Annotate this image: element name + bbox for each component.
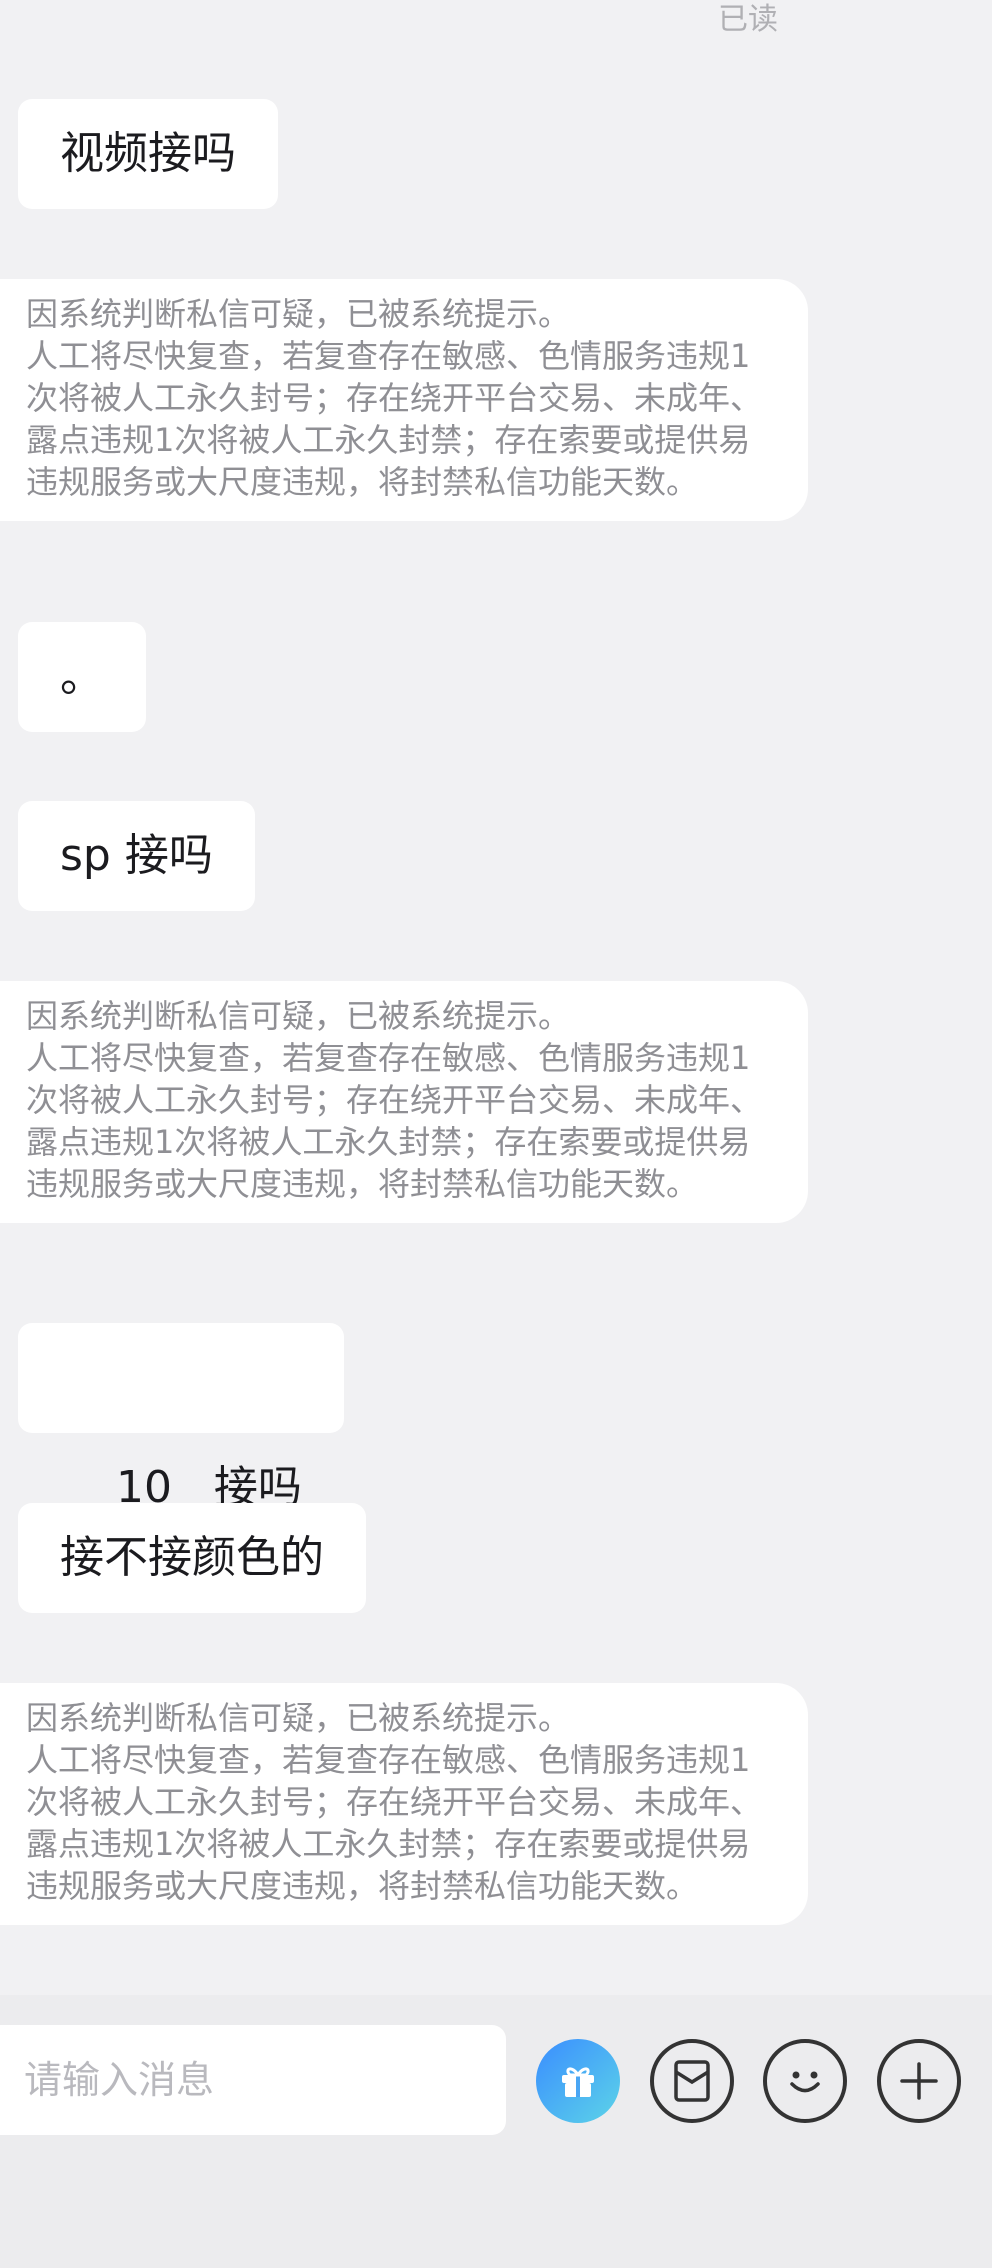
gift-icon: [554, 2057, 602, 2105]
message-bubble-4[interactable]: 10 接吗: [18, 1323, 344, 1513]
chat-area: 已读 视频接吗 因系统判断私信可疑，已被系统提示。 人工将尽快复查，若复查存在敏…: [0, 0, 992, 1995]
red-packet-button[interactable]: [650, 2039, 734, 2123]
read-status: 已读: [718, 2, 778, 37]
system-notice-title: 因系统判断私信可疑，已被系统提示。: [26, 295, 571, 333]
smiley-icon: [777, 2053, 833, 2109]
plus-icon: [894, 2056, 944, 2106]
message-bubble-5[interactable]: 接不接颜色的: [18, 1503, 366, 1613]
system-notice-title: 因系统判断私信可疑，已被系统提示。: [26, 1699, 571, 1737]
system-notice-title: 因系统判断私信可疑，已被系统提示。: [26, 997, 571, 1035]
red-packet-icon: [670, 2056, 714, 2106]
input-toolbar: [0, 1995, 992, 2268]
system-notice-3: 因系统判断私信可疑，已被系统提示。 人工将尽快复查，若复查存在敏感、色情服务违规…: [0, 1683, 808, 1925]
message-text: 视频接吗: [60, 128, 236, 179]
message-input[interactable]: [22, 2057, 506, 2103]
system-notice-1: 因系统判断私信可疑，已被系统提示。 人工将尽快复查，若复查存在敏感、色情服务违规…: [0, 279, 808, 521]
more-button[interactable]: [877, 2039, 961, 2123]
system-notice-body: 人工将尽快复查，若复查存在敏感、色情服务违规1次将被人工永久封号；存在绕开平台交…: [26, 1741, 763, 1905]
message-text: 。: [60, 651, 104, 702]
system-notice-2: 因系统判断私信可疑，已被系统提示。 人工将尽快复查，若复查存在敏感、色情服务违规…: [0, 981, 808, 1223]
message-text: 接不接颜色的: [60, 1532, 324, 1583]
message-text: sp 接吗: [60, 830, 213, 881]
message-bubble-1[interactable]: 视频接吗: [18, 99, 278, 209]
emoji-button[interactable]: [763, 2039, 847, 2123]
gift-button[interactable]: [536, 2039, 620, 2123]
message-bubble-3[interactable]: sp 接吗: [18, 801, 255, 911]
system-notice-body: 人工将尽快复查，若复查存在敏感、色情服务违规1次将被人工永久封号；存在绕开平台交…: [26, 1039, 763, 1203]
system-notice-body: 人工将尽快复查，若复查存在敏感、色情服务违规1次将被人工永久封号；存在绕开平台交…: [26, 337, 763, 501]
message-input-box[interactable]: [0, 2025, 506, 2135]
message-bubble-2[interactable]: 。: [18, 622, 146, 732]
